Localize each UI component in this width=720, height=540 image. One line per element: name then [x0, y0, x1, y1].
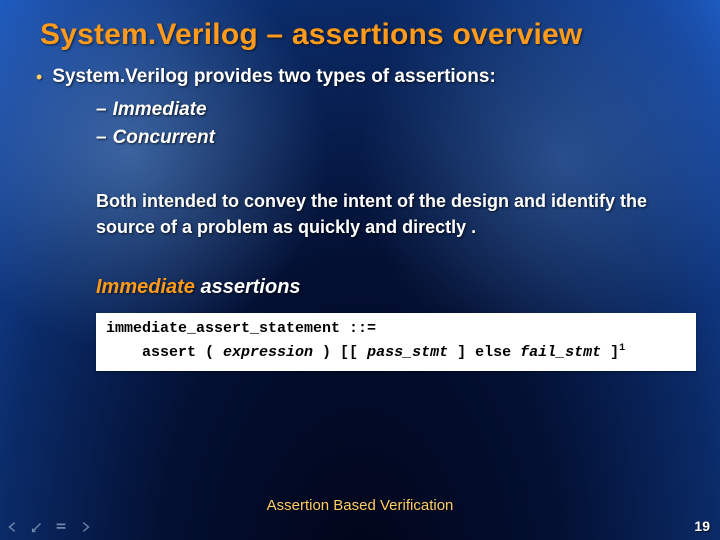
- lead-row: • System.Verilog provides two types of a…: [36, 66, 680, 88]
- list-item: –Immediate: [96, 96, 680, 124]
- slide: System.Verilog – assertions overview • S…: [0, 0, 720, 540]
- subhead-emph: Immediate: [96, 276, 195, 298]
- sub-list: –Immediate –Concurrent: [96, 96, 680, 152]
- code-syntax-box: immediate_assert_statement ::= assert ( …: [96, 313, 696, 371]
- sub-item-label: Concurrent: [113, 127, 215, 148]
- page-number: 19: [694, 518, 710, 534]
- sub-item-label: Immediate: [113, 99, 207, 120]
- pen-icon[interactable]: [30, 520, 44, 534]
- arrow-left-icon[interactable]: [6, 520, 20, 534]
- footer-title: Assertion Based Verification: [0, 497, 720, 514]
- nav-icon-strip: [6, 520, 92, 534]
- body-paragraph: Both intended to convey the intent of th…: [96, 188, 656, 240]
- menu-icon[interactable]: [54, 520, 68, 534]
- slide-title: System.Verilog – assertions overview: [40, 18, 680, 52]
- section-subhead: Immediate assertions: [96, 276, 680, 299]
- arrow-right-icon[interactable]: [78, 520, 92, 534]
- lead-text: System.Verilog provides two types of ass…: [52, 66, 495, 88]
- bullet-icon: •: [36, 66, 42, 88]
- list-item: –Concurrent: [96, 124, 680, 152]
- subhead-rest: assertions: [201, 276, 301, 298]
